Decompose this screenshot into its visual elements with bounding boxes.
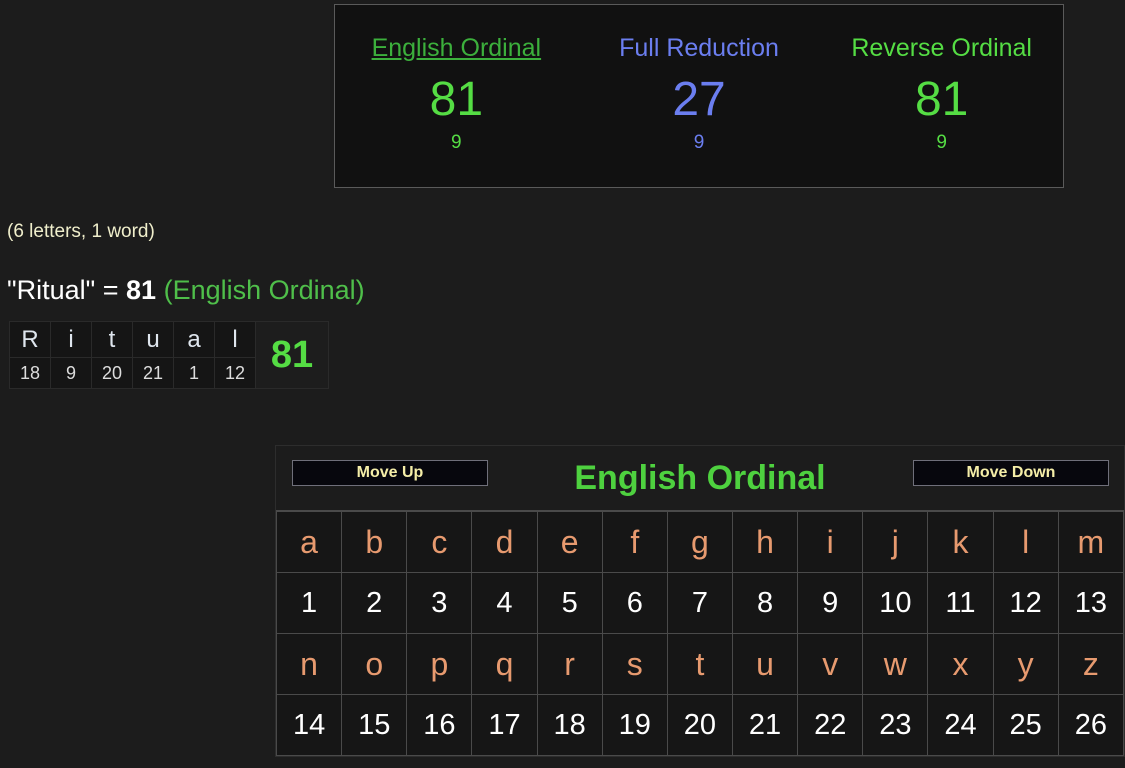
cipher-name-full-reduction[interactable]: Full Reduction [578,33,821,63]
alphabet-value-cell[interactable]: 15 [342,695,407,755]
alphabet-letter-cell[interactable]: b [342,512,407,572]
alphabet-letter-cell[interactable]: k [928,512,993,572]
alphabet-value-cell[interactable]: 25 [993,695,1058,755]
breakdown-letter: t [92,322,132,357]
alphabet-letter-cell[interactable]: c [407,512,472,572]
cipher-reduced-full-reduction: 9 [693,132,705,153]
alphabet-letter-cell[interactable]: z [1058,634,1123,694]
alphabet-value-cell[interactable]: 6 [602,573,667,633]
page-root: English Ordinal 81 9 Full Reduction 27 9… [0,0,1125,768]
alphabet-letter-cell[interactable]: f [602,512,667,572]
breakdown-letter: l [215,322,255,357]
alphabet-value-cell[interactable]: 9 [798,573,863,633]
alphabet-chart: Move Up English Ordinal Move Down a b c … [275,445,1125,757]
letters-word-count: (6 letters, 1 word) [7,221,155,242]
equals-sign: = [102,275,119,305]
cipher-reduced-english-ordinal: 9 [451,132,462,153]
alphabet-letter-cell[interactable]: p [407,634,472,694]
alphabet-letter-cell[interactable]: a [277,512,342,572]
breakdown-value: 18 [10,358,50,388]
alphabet-value-cell[interactable]: 19 [602,695,667,755]
breakdown-value: 20 [92,358,132,388]
alphabet-chart-title: English Ordinal [574,459,826,497]
breakdown-letters-row: R i t u a l 81 [10,322,328,388]
breakdown-letter: a [174,322,214,357]
alphabet-letter-cell[interactable]: w [863,634,928,694]
cipher-value-english-ordinal: 81 [429,73,484,126]
phrase-result-line: "Ritual" = 81 (English Ordinal) [7,272,365,308]
cipher-value-reverse-ordinal: 81 [914,73,969,126]
alphabet-value-cell[interactable]: 21 [732,695,798,755]
alphabet-letter-cell[interactable]: y [993,634,1058,694]
alphabet-row-values-2: 14 15 16 17 18 19 20 21 22 23 24 25 26 [277,695,1123,755]
phrase-cipher-tag: (English Ordinal) [163,275,365,305]
breakdown-letter: R [10,322,50,357]
alphabet-value-cell[interactable]: 26 [1058,695,1123,755]
alphabet-value-cell[interactable]: 17 [472,695,537,755]
alphabet-value-cell[interactable]: 14 [277,695,342,755]
alphabet-row-letters-1: a b c d e f g h i j k l m [277,512,1123,572]
alphabet-value-cell[interactable]: 8 [732,573,798,633]
alphabet-letter-cell[interactable]: m [1058,512,1123,572]
phrase-total-value: 81 [126,275,157,305]
alphabet-row-letters-2: n o p q r s t u v w x y z [277,634,1123,694]
phrase-text: "Ritual" [7,275,96,305]
cipher-value-full-reduction: 27 [672,73,726,126]
alphabet-value-cell[interactable]: 5 [537,573,602,633]
alphabet-value-cell[interactable]: 1 [277,573,342,633]
alphabet-value-cell[interactable]: 3 [407,573,472,633]
alphabet-letter-cell[interactable]: s [602,634,667,694]
alphabet-letter-cell[interactable]: x [928,634,993,694]
alphabet-value-cell[interactable]: 16 [407,695,472,755]
alphabet-letter-cell[interactable]: u [732,634,798,694]
alphabet-letter-cell[interactable]: q [472,634,537,694]
cipher-name-english-ordinal[interactable]: English Ordinal [335,33,578,63]
breakdown-total: 81 [256,322,328,388]
breakdown-value: 12 [215,358,255,388]
alphabet-value-cell[interactable]: 13 [1058,573,1123,633]
cipher-column-reverse-ordinal: Reverse Ordinal 81 9 [820,5,1063,155]
alphabet-value-cell[interactable]: 10 [863,573,928,633]
alphabet-letter-cell[interactable]: d [472,512,537,572]
alphabet-chart-header: Move Up English Ordinal Move Down [276,446,1124,511]
move-down-button[interactable]: Move Down [913,460,1109,486]
alphabet-value-cell[interactable]: 24 [928,695,993,755]
alphabet-letter-cell[interactable]: i [798,512,863,572]
alphabet-letter-cell[interactable]: t [667,634,732,694]
breakdown-value: 1 [174,358,214,388]
cipher-summary-box: English Ordinal 81 9 Full Reduction 27 9… [334,4,1064,188]
cipher-column-full-reduction: Full Reduction 27 9 [578,5,821,155]
alphabet-letter-cell[interactable]: r [537,634,602,694]
cipher-name-reverse-ordinal[interactable]: Reverse Ordinal [820,33,1063,63]
alphabet-value-cell[interactable]: 12 [993,573,1058,633]
alphabet-value-cell[interactable]: 22 [798,695,863,755]
breakdown-value: 9 [51,358,91,388]
alphabet-value-cell[interactable]: 4 [472,573,537,633]
cipher-reduced-reverse-ordinal: 9 [936,132,947,153]
alphabet-value-cell[interactable]: 23 [863,695,928,755]
alphabet-value-cell[interactable]: 7 [667,573,732,633]
alphabet-row-values-1: 1 2 3 4 5 6 7 8 9 10 11 12 13 [277,573,1123,633]
alphabet-value-cell[interactable]: 20 [667,695,732,755]
alphabet-letter-cell[interactable]: v [798,634,863,694]
move-up-button[interactable]: Move Up [292,460,488,486]
alphabet-letter-cell[interactable]: h [732,512,798,572]
breakdown-letter: i [51,322,91,357]
cipher-column-english-ordinal: English Ordinal 81 9 [335,5,578,155]
alphabet-letter-cell[interactable]: g [667,512,732,572]
breakdown-letter: u [133,322,173,357]
breakdown-value: 21 [133,358,173,388]
alphabet-value-cell[interactable]: 18 [537,695,602,755]
alphabet-letter-cell[interactable]: o [342,634,407,694]
alphabet-value-cell[interactable]: 11 [928,573,993,633]
alphabet-value-table: a b c d e f g h i j k l m 1 2 3 4 5 6 7 … [276,511,1124,756]
letter-breakdown-table: R i t u a l 81 18 9 20 21 1 12 [9,321,329,389]
alphabet-letter-cell[interactable]: l [993,512,1058,572]
alphabet-letter-cell[interactable]: n [277,634,342,694]
alphabet-letter-cell[interactable]: e [537,512,602,572]
alphabet-letter-cell[interactable]: j [863,512,928,572]
alphabet-value-cell[interactable]: 2 [342,573,407,633]
